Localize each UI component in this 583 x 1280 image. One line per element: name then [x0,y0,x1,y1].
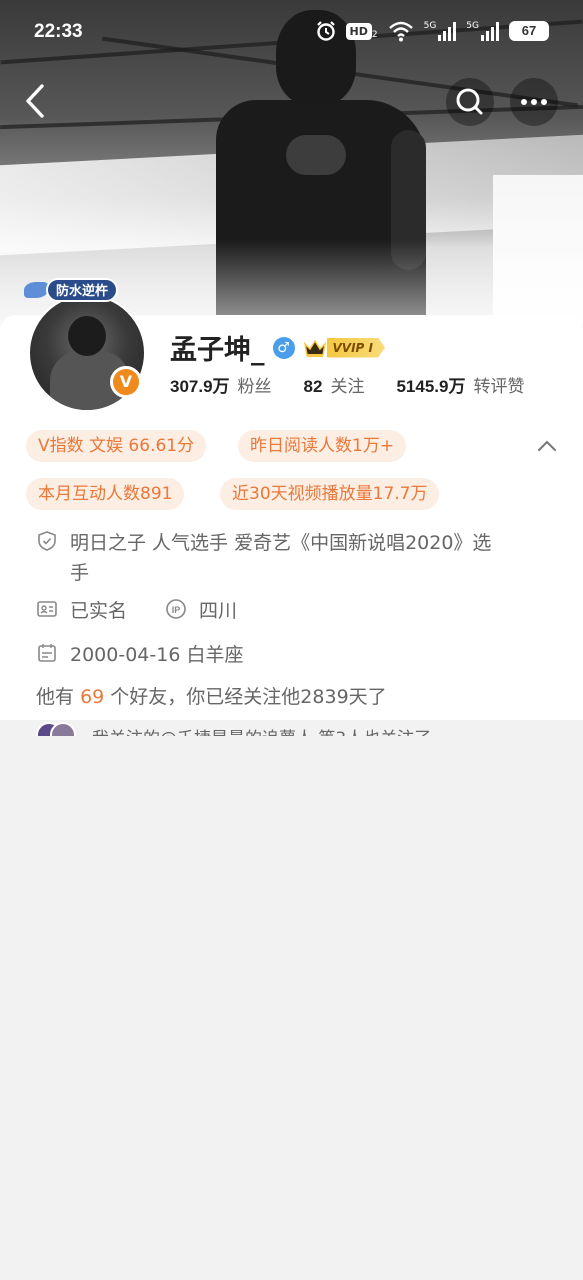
stat-followers[interactable]: 307.9万 粉丝 [170,372,272,397]
mutual-follow-row[interactable]: 我关注的@千捷是最的追薯人 等3人也关注了 [36,720,514,736]
more-icon [521,99,547,105]
crown-icon [303,339,326,357]
id-card-icon [37,601,57,617]
wifi-icon [388,21,413,42]
avatar-sticker: 防水逆杵 [24,278,142,304]
search-button[interactable] [446,78,494,126]
signal-icon-2: 5G [466,21,499,41]
stats-row: 307.9万 粉丝 82 关注 5145.9万 转评赞 [170,372,570,397]
bio-text: 明日之子 人气选手 爱奇艺《中国新说唱2020》选 手 [70,532,492,584]
back-button[interactable] [16,78,56,124]
ip-location-text: 四川 [199,600,238,622]
shield-icon [38,531,56,551]
gender-male-icon: ♂ [272,336,295,359]
info-birthday: 2000-04-16 白羊座 [36,640,243,670]
svg-text:IP: IP [172,605,181,615]
battery-icon: 67 [509,21,549,41]
ip-icon: IP [166,599,186,619]
vip-badge[interactable]: VVIP I [303,337,385,359]
friends-summary[interactable]: 他有 69 个好友，你已经关注他2839天了 [36,682,387,709]
signal-icon-1: 5G [424,21,457,41]
status-bar: 22:33 HD 2 5G 5G 67 [0,0,583,66]
real-name-text: 已实名 [70,600,128,622]
info-real-name: 已实名 IP 四川 [36,596,237,626]
user-name: 孟子坤_ [170,335,265,366]
stat-following[interactable]: 82 关注 [304,372,365,397]
chip-monthly-interactions[interactable]: 本月互动人数891 [26,478,185,510]
more-button[interactable] [510,78,558,126]
mutual-follow-text: 我关注的@千捷是最的追薯人 等3人也关注了 [92,724,431,736]
placeholder-area [514,720,583,736]
status-time: 22:33 [34,21,83,42]
search-icon [456,88,483,115]
mutual-avatars [36,722,76,736]
alarm-icon [316,21,335,41]
loading-placeholder [0,736,583,1280]
info-bio: 明日之子 人气选手 爱奇艺《中国新说唱2020》选 手 [36,528,546,588]
verified-badge-icon: V [110,366,142,398]
friend-count: 69 [80,686,105,708]
chip-v-index[interactable]: V指数 文娱 66.61分 [26,430,207,462]
back-arrow-icon [26,84,44,118]
chip-yesterday-readers[interactable]: 昨日阅读人数1万+ [238,430,407,462]
name-row: 孟子坤_ ♂ VVIP I [170,328,385,367]
calendar-icon [38,644,56,662]
birthday-text: 2000-04-16 白羊座 [70,644,244,666]
chevron-up-icon [538,440,556,451]
hd-icon: HD 2 [345,22,378,40]
chip-video-views[interactable]: 近30天视频播放量17.7万 [220,478,440,510]
stat-reposts-comments-likes[interactable]: 5145.9万 转评赞 [396,372,524,397]
top-navigation [0,76,583,126]
avatar[interactable]: 防水逆杵 V [24,278,149,412]
fish-icon [24,282,48,298]
collapse-button[interactable] [532,432,562,460]
